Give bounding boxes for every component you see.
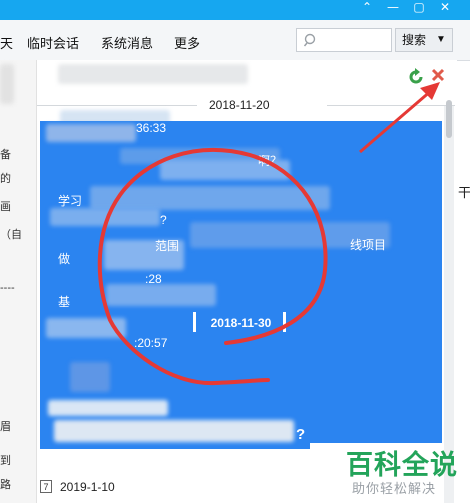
annotation-arrow-line bbox=[359, 88, 433, 154]
annotation-overlay bbox=[97, 82, 440, 386]
annotation-circle bbox=[97, 147, 328, 386]
